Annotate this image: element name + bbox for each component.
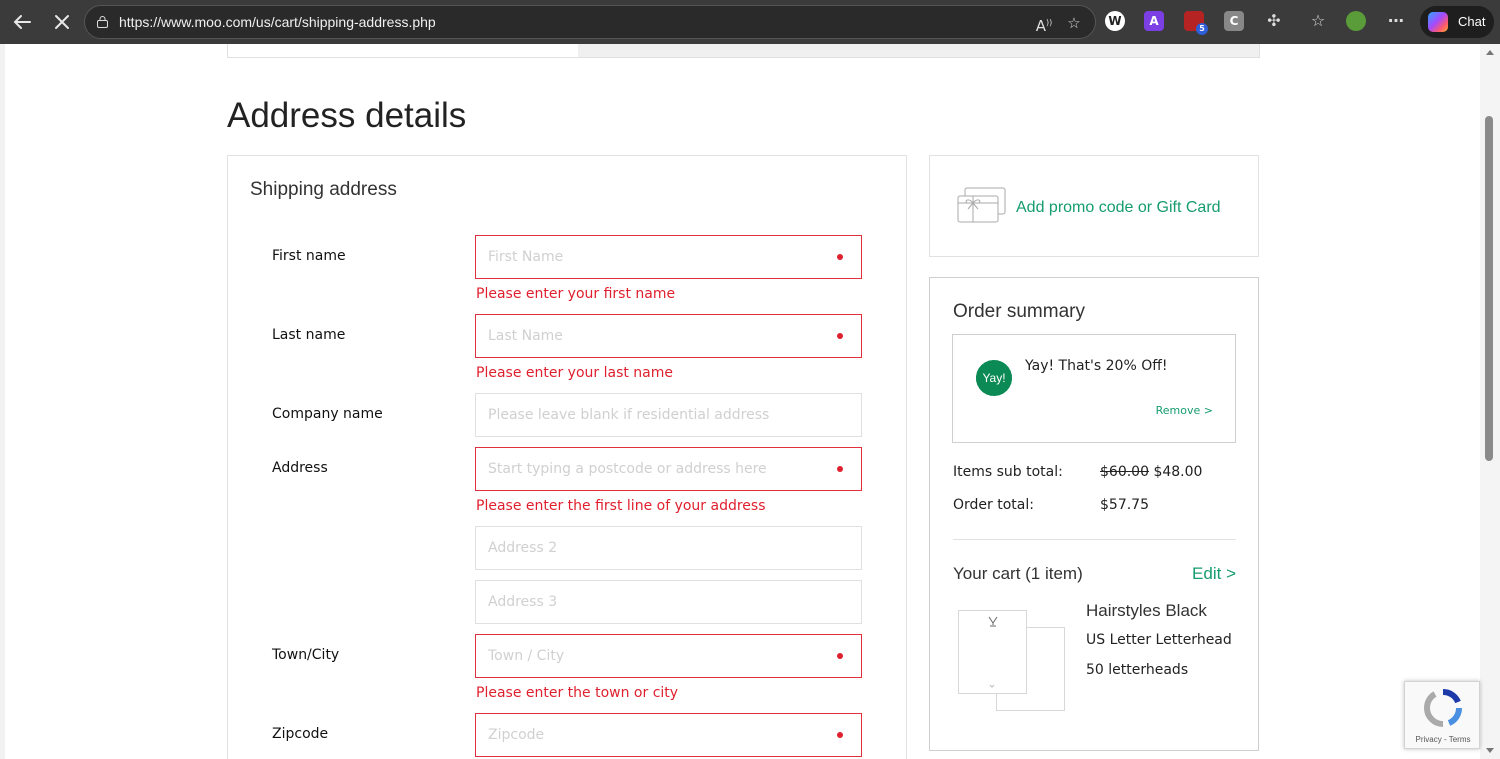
extension-5-icon[interactable]: 5 — [1184, 11, 1208, 35]
add-promo-code-link[interactable]: Add promo code or Gift Card — [1016, 199, 1221, 217]
last-name-label: Last name — [272, 327, 346, 343]
items-subtotal-value: $60.00 $48.00 — [1100, 464, 1202, 480]
order-total-value: $57.75 — [1100, 497, 1149, 513]
lock-icon[interactable] — [96, 15, 109, 28]
town-city-error: Please enter the town or city — [476, 685, 679, 701]
progress-fill — [228, 44, 578, 57]
recaptcha-links[interactable]: Privacy - Terms — [1405, 735, 1481, 744]
address-2-field[interactable] — [475, 526, 862, 570]
extension-w-icon[interactable]: W — [1105, 11, 1125, 31]
required-indicator — [837, 254, 843, 260]
zipcode-label: Zipcode — [272, 726, 329, 742]
back-arrow-icon[interactable] — [8, 8, 36, 36]
read-aloud-icon[interactable]: A)) — [1033, 12, 1055, 35]
town-city-field[interactable] — [475, 634, 862, 678]
cart-title: Your cart (1 item) — [953, 564, 1083, 583]
remove-discount-link[interactable]: Remove > — [1156, 404, 1213, 417]
favorites-icon[interactable]: ☆ — [1308, 11, 1328, 31]
last-name-field[interactable] — [475, 314, 862, 358]
product-format: US Letter Letterhead — [1086, 632, 1232, 648]
yay-badge: Yay! — [975, 359, 1013, 397]
company-name-label: Company name — [272, 406, 383, 422]
recaptcha-badge[interactable]: Privacy - Terms — [1404, 681, 1480, 749]
last-name-error: Please enter your last name — [476, 365, 674, 381]
favorite-star-icon[interactable]: ☆ — [1063, 12, 1085, 34]
product-quantity: 50 letterheads — [1086, 662, 1189, 678]
checkout-progress-bar — [227, 44, 1260, 58]
zipcode-field[interactable] — [475, 713, 862, 757]
order-summary-title: Order summary — [953, 301, 1085, 322]
profile-avatar-icon[interactable] — [1346, 11, 1366, 31]
address-label: Address — [272, 460, 328, 476]
required-indicator — [837, 732, 843, 738]
browser-toolbar: https://www.moo.com/us/cart/shipping-add… — [0, 0, 1500, 44]
letterhead-preview-icon — [988, 616, 998, 688]
shipping-address-card: Shipping address First name Please enter… — [227, 155, 907, 759]
page-scrollbar[interactable] — [1480, 44, 1500, 759]
scroll-down-arrow-icon[interactable] — [1486, 748, 1494, 753]
scrollbar-thumb[interactable] — [1485, 116, 1493, 461]
stop-loading-icon[interactable] — [48, 8, 76, 36]
scroll-up-arrow-icon[interactable] — [1486, 50, 1494, 55]
promo-card: Add promo code or Gift Card — [929, 155, 1259, 257]
address-3-field[interactable] — [475, 580, 862, 624]
product-name: Hairstyles Black — [1086, 601, 1207, 620]
company-name-field[interactable] — [475, 393, 862, 437]
original-price: $60.00 — [1100, 464, 1149, 480]
discount-message: Yay! That's 20% Off! — [1025, 358, 1168, 374]
required-indicator — [837, 466, 843, 472]
extension-c-icon[interactable]: C — [1224, 11, 1244, 31]
discounted-price: $48.00 — [1153, 464, 1203, 480]
address-bar[interactable]: https://www.moo.com/us/cart/shipping-add… — [84, 5, 1096, 39]
town-city-label: Town/City — [272, 647, 340, 663]
items-subtotal-label: Items sub total: — [953, 464, 1063, 480]
copilot-icon — [1428, 12, 1448, 32]
extension-a-icon[interactable]: A — [1144, 11, 1164, 31]
order-total-label: Order total: — [953, 497, 1034, 513]
extension-badge: 5 — [1196, 23, 1208, 35]
yay-badge-text: Yay! — [982, 371, 1006, 385]
extensions-puzzle-icon[interactable]: ✣ — [1264, 11, 1284, 31]
address-error: Please enter the first line of your addr… — [476, 498, 766, 514]
more-menu-icon[interactable]: ⋯ — [1386, 11, 1406, 31]
recaptcha-icon — [1423, 688, 1463, 727]
discount-box: Yay! Yay! That's 20% Off! Remove > — [952, 334, 1236, 443]
page-content: Address details Shipping address First n… — [5, 44, 1480, 759]
chat-label: Chat — [1458, 14, 1486, 29]
product-thumbnail[interactable] — [958, 610, 1027, 694]
order-summary-card: Order summary Yay! Yay! That's 20% Off! … — [929, 277, 1259, 751]
copilot-chat-button[interactable]: Chat — [1420, 6, 1494, 38]
required-indicator — [837, 653, 843, 659]
url-text[interactable]: https://www.moo.com/us/cart/shipping-add… — [119, 14, 436, 30]
required-indicator — [837, 333, 843, 339]
divider — [953, 539, 1236, 540]
gift-card-icon — [957, 187, 1006, 223]
edit-cart-link[interactable]: Edit > — [1192, 564, 1236, 584]
page-title: Address details — [227, 96, 467, 135]
shipping-address-title: Shipping address — [250, 179, 397, 200]
first-name-label: First name — [272, 248, 346, 264]
address-field[interactable] — [475, 447, 862, 491]
first-name-error: Please enter your first name — [476, 286, 676, 302]
first-name-field[interactable] — [475, 235, 862, 279]
